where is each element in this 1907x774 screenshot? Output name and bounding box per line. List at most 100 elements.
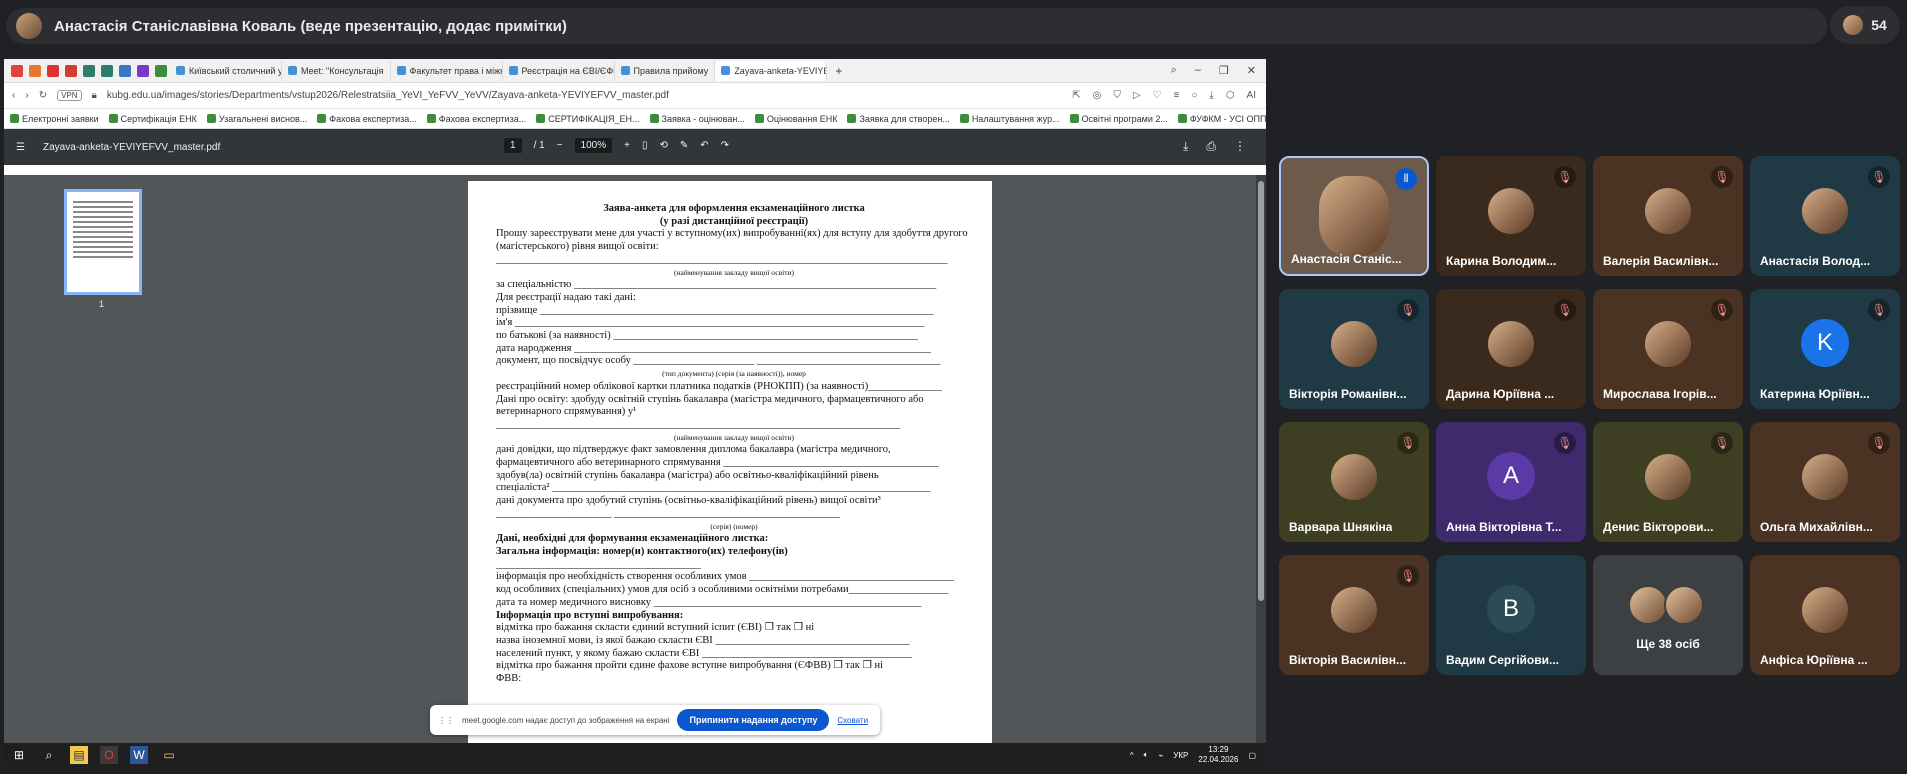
bookmark-item[interactable]: Електронні заявки [10, 114, 99, 124]
bookmark-item[interactable]: Освітні програми 2... [1069, 114, 1168, 124]
mic-off-icon: 🎙︎ [1868, 299, 1890, 321]
camera-icon[interactable]: ◎ [1093, 90, 1102, 101]
close-icon[interactable]: ✕ [1247, 64, 1256, 77]
app-icon[interactable] [137, 64, 149, 77]
search-icon[interactable]: ⌕ [1171, 64, 1177, 77]
bookmark-icon[interactable]: ♡ [1153, 90, 1162, 101]
word-icon[interactable]: W [130, 746, 148, 764]
participant-tile[interactable]: 🎙︎ Вікторія Василівн... [1279, 555, 1429, 675]
restore-icon[interactable]: ❐ [1219, 64, 1229, 77]
share-icon[interactable]: ⇱ [1072, 90, 1080, 101]
menu-icon[interactable]: ☰ [16, 142, 25, 153]
app-icon[interactable] [83, 64, 95, 77]
bookmark-item[interactable]: Оцінювання ЕНК [754, 114, 837, 124]
page-number-input[interactable]: 1 [504, 138, 522, 153]
bookmark-item[interactable]: Налаштування жур... [959, 114, 1060, 124]
back-icon[interactable]: ‹ [12, 90, 15, 101]
menu-icon[interactable]: ≡ [1174, 90, 1180, 101]
opera-icon[interactable] [11, 64, 23, 77]
app-icon[interactable] [119, 64, 131, 77]
search-icon[interactable]: ⌕ [40, 746, 58, 764]
browser-tab[interactable]: Zayava-anketa-YEVIYEFV [715, 60, 828, 81]
bookmark-item[interactable]: Заявка - оцінюван... [649, 114, 745, 124]
participant-tile[interactable]: B Вадим Сергійови... [1436, 555, 1586, 675]
undo-icon[interactable]: ↶ [700, 140, 708, 151]
zoom-input[interactable]: 100% [574, 138, 613, 153]
app-icon[interactable] [155, 64, 167, 77]
bookmark-item[interactable]: Заявка для створен... [847, 114, 950, 124]
annotate-icon[interactable]: ✎ [680, 140, 688, 151]
drag-handle-icon[interactable]: ⋮⋮ [438, 716, 454, 725]
avatar [1802, 587, 1848, 633]
participant-tile[interactable]: 🎙︎ Ольга Михайлівн... [1750, 422, 1900, 542]
notifications-icon[interactable]: ▢ [1248, 751, 1256, 760]
bookmark-item[interactable]: ФУФКМ - УСІ ОПП [1177, 114, 1266, 124]
tab-label: Zayava-anketa-YEVIYEFV [734, 65, 826, 76]
windows-start-icon[interactable]: ⊞ [10, 746, 28, 764]
download-icon[interactable]: ⤓ [1183, 139, 1188, 154]
play-icon[interactable]: ▷ [1133, 90, 1141, 101]
bookmark-favicon-icon [206, 114, 216, 123]
participant-tile[interactable]: A 🎙︎ Анна Вікторівна Т... [1436, 422, 1586, 542]
page-thumbnail[interactable] [64, 189, 142, 295]
bookmark-item[interactable]: СЕРТИФІКАЦІЯ_ЕН... [536, 114, 640, 124]
bookmark-item[interactable]: Узагальнені виснов... [206, 114, 307, 124]
participant-tile[interactable]: Анфіса Юріївна ... [1750, 555, 1900, 675]
scrollbar[interactable] [1256, 175, 1266, 753]
chevron-up-icon[interactable]: ^ [1130, 751, 1134, 760]
participant-tile[interactable]: 🎙︎ Карина Володим... [1436, 156, 1586, 276]
bookmark-item[interactable]: Фахова експертиза... [317, 114, 417, 124]
bookmark-item[interactable]: Фахова експертиза... [426, 114, 526, 124]
browser-tab[interactable]: Meet: "Консультація [282, 60, 391, 81]
clock[interactable]: 13:29 22.04.2026 [1198, 745, 1238, 765]
rotate-icon[interactable]: ⟲ [659, 140, 667, 151]
participant-tile[interactable]: Ще 38 осіб [1593, 555, 1743, 675]
avatar [1628, 585, 1668, 625]
hide-link[interactable]: Сховати [837, 716, 868, 725]
participant-tile[interactable]: 🎙︎ Дарина Юріївна ... [1436, 289, 1586, 409]
new-tab-icon[interactable]: + [827, 64, 850, 78]
download-icon[interactable]: ⤓ [1209, 90, 1213, 101]
fit-page-icon[interactable]: ▯ [642, 140, 648, 151]
gmail-icon[interactable] [65, 64, 77, 77]
opera-icon[interactable]: O [100, 746, 118, 764]
browser-tab[interactable]: Реєстрація на ЄВІ/ЄФВВ [503, 60, 615, 81]
profile-icon[interactable]: ○ [1191, 90, 1197, 101]
people-button[interactable]: 54 [1830, 6, 1900, 44]
participant-tile[interactable]: 🎙︎ Вікторія Романівн... [1279, 289, 1429, 409]
participant-tile[interactable]: 🎙︎ Анастасія Волод... [1750, 156, 1900, 276]
folder-icon[interactable]: ▭ [160, 746, 178, 764]
more-options-icon[interactable]: ⋮ [1234, 139, 1246, 154]
minimize-icon[interactable]: – [1195, 64, 1201, 77]
stop-sharing-button[interactable]: Припинити надання доступу [677, 709, 830, 731]
browser-tab[interactable]: Київський столичний ун [170, 60, 282, 81]
participant-tile[interactable]: 🎙︎ Денис Вікторови... [1593, 422, 1743, 542]
print-icon[interactable]: ⎙ [1206, 139, 1216, 154]
forward-icon[interactable]: › [25, 90, 28, 101]
youtube-icon[interactable] [47, 64, 59, 77]
redo-icon[interactable]: ↷ [721, 140, 729, 151]
app-icon[interactable] [29, 64, 41, 77]
browser-tab[interactable]: Факультет права і міжна [391, 60, 503, 81]
extensions-icon[interactable]: ⬡ [1226, 90, 1235, 101]
participant-tile[interactable]: 🎙︎ Валерія Василівн... [1593, 156, 1743, 276]
participant-tile[interactable]: 🎙︎ Мирослава Ігорів... [1593, 289, 1743, 409]
vpn-badge[interactable]: VPN [57, 90, 82, 101]
participant-tile[interactable]: 🎙︎ Варвара Шнякіна [1279, 422, 1429, 542]
network-icon[interactable]: ⌁ [1158, 751, 1163, 760]
language-indicator[interactable]: УКР [1173, 751, 1188, 760]
reload-icon[interactable]: ↻ [39, 90, 47, 101]
participant-tile[interactable]: K 🎙︎ Катерина Юріївн... [1750, 289, 1900, 409]
volume-icon[interactable]: 🔈︎ [1144, 750, 1149, 760]
browser-tab[interactable]: Правила прийому [615, 60, 716, 81]
file-explorer-icon[interactable]: ▤ [70, 746, 88, 764]
zoom-in-icon[interactable]: + [624, 140, 630, 151]
document-line: Загальна інформація: номер(и) контактног… [496, 545, 788, 557]
participant-tile[interactable]: ⦀ Анастасія Станіс... [1279, 156, 1429, 276]
zoom-out-icon[interactable]: − [557, 140, 563, 151]
url-field[interactable]: kubg.edu.ua/images/stories/Departments/v… [107, 90, 669, 101]
ai-button[interactable]: AI [1247, 90, 1256, 101]
shield-icon[interactable]: ⛉ [1113, 90, 1121, 101]
app-icon[interactable] [101, 64, 113, 77]
bookmark-item[interactable]: Сертифікація ЕНК [108, 114, 197, 124]
